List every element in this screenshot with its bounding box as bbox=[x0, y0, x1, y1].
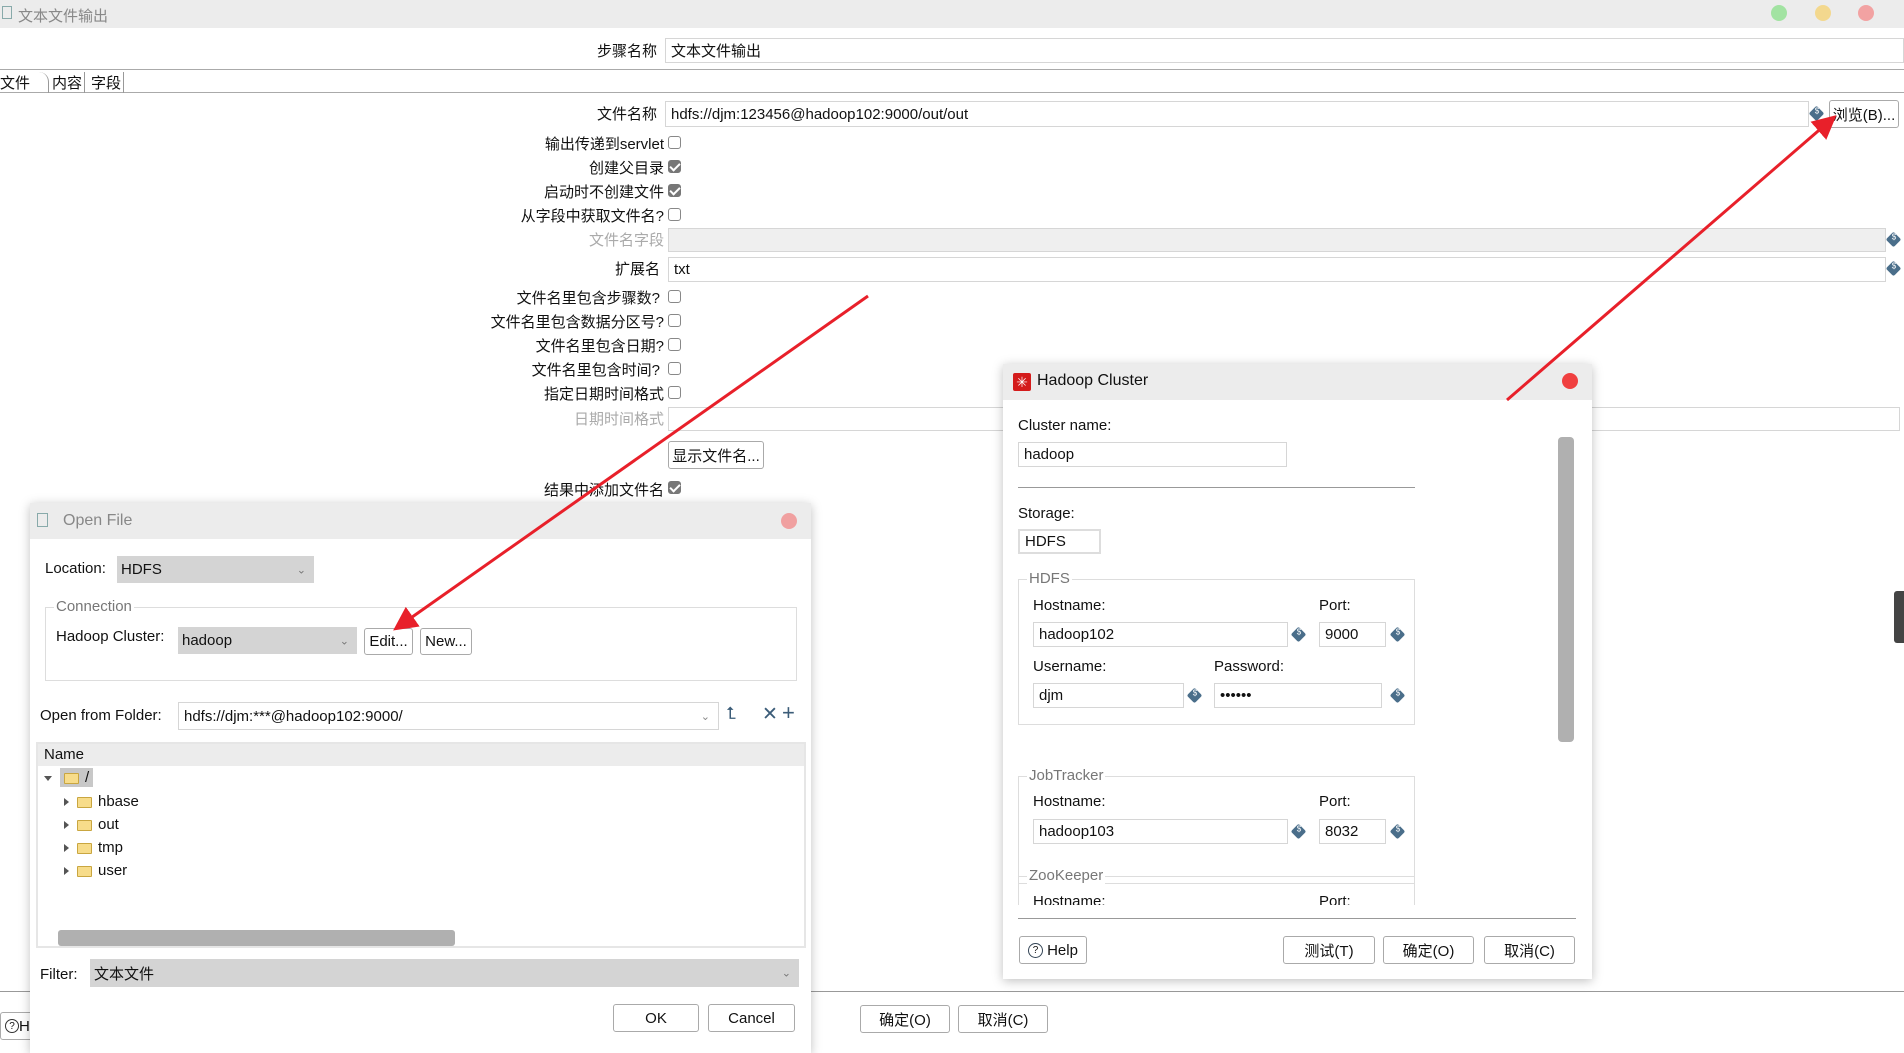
arrow-to-edit-button bbox=[393, 294, 869, 631]
annotation-arrows bbox=[393, 115, 1837, 631]
arrow-to-browse-button bbox=[1506, 115, 1837, 402]
